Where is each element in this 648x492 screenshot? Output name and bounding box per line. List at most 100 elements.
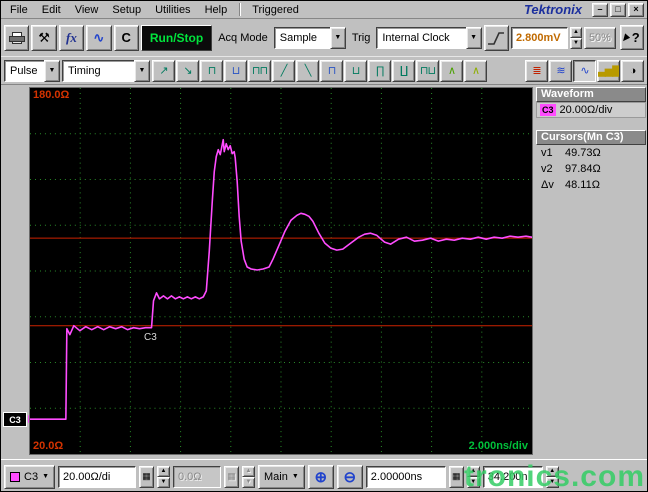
tools-icon: ⚒ [38,29,50,45]
waveform-dialog-button[interactable]: ∿ [86,24,112,51]
waveform-icon: ∿ [93,29,105,45]
measure-button-1[interactable]: ↗ [152,59,175,82]
trigger-level-value: 2.800mV [515,31,561,44]
display-button-4[interactable]: ▃▅▇ [597,59,620,82]
measure-button-8[interactable]: ⊓ [320,59,343,82]
pointer-icon [622,32,631,43]
waveform-scale-value: 20.00Ω/div [559,104,613,116]
math-button[interactable]: fx [58,24,85,51]
cursor-v1-value: 49.73Ω [565,147,601,159]
spin-down-icon[interactable]: ▼ [157,476,170,488]
spin-up-icon[interactable]: ▲ [157,465,170,477]
channel-tag-c3[interactable]: C3 [3,412,27,427]
measure-button-7[interactable]: ╲ [296,59,319,82]
measure-button-4[interactable]: ⊔ [224,59,247,82]
trig-label: Trig [351,31,371,44]
trigger-level-field[interactable]: 2.800mV [510,26,568,49]
chevron-down-icon[interactable]: ▼ [329,26,346,49]
measure-group-select[interactable]: Timing ▼ [62,59,150,82]
acq-mode-select[interactable]: Sample ▼ [273,26,346,49]
close-button[interactable]: × [628,2,644,17]
cursor-readout-row: v2 97.84Ω [536,161,646,177]
channel-badge-c3: C3 [540,104,556,116]
spin-up-icon[interactable]: ▲ [545,465,559,477]
run-stop-button[interactable]: Run/Stop [140,24,213,51]
print-button[interactable] [4,24,30,51]
window-buttons: – □ × [592,2,644,17]
measure-button-5[interactable]: ⊓⊓ [248,59,271,82]
vertical-scale-field[interactable]: 20.00Ω/di [58,465,136,488]
spin-down-icon: ▼ [242,476,255,488]
measure-button-9[interactable]: ⊔ [344,59,367,82]
spin-up-icon[interactable]: ▲ [569,26,583,38]
horizontal-scale-field[interactable]: 2.00000ns [365,465,446,488]
spin-up-icon: ▲ [242,465,255,477]
measure-button-12[interactable]: ⊓⊔ [416,59,439,82]
menu-utilities[interactable]: Utilities [148,3,197,17]
menu-items: File Edit View Setup Utilities Help [3,3,234,17]
keypad-button[interactable]: ▦ [448,465,464,488]
horizontal-delay-field[interactable]: 34.200n [482,465,543,488]
menu-setup[interactable]: Setup [105,3,148,17]
set-50pct-button[interactable]: 50% [584,26,616,49]
display-button-2[interactable]: ≋ [549,59,572,82]
measure-button-10[interactable]: ∏ [368,59,391,82]
spin-down-icon[interactable]: ▼ [466,476,480,488]
menu-bar: File Edit View Setup Utilities Help Triggered… [1,1,647,19]
display-button-1[interactable]: ≣ [525,59,548,82]
chevron-down-icon: ▼ [42,473,49,480]
menu-edit[interactable]: Edit [35,3,68,17]
measure-button-14[interactable]: ∧ [464,59,487,82]
channel-select[interactable]: C3 ▼ [4,464,55,489]
chevron-down-icon[interactable]: ▼ [44,59,60,82]
chevron-down-icon[interactable]: ▼ [465,26,482,49]
bottom-bar: C3 ▼ 20.00Ω/di ▦ ▲ ▼ 0.0Ω ▦ ▲ ▼ Main ▼ ⊕… [1,459,647,491]
graticule[interactable]: 180.0Ω 20.0Ω 2.000ns/div C3 [29,87,533,455]
menu-divider [239,3,242,16]
keypad-button[interactable]: ▦ [139,465,154,488]
zoom-out-button[interactable]: ⊖ [336,464,363,489]
menu-view[interactable]: View [68,3,106,17]
main-area: C3 180.0Ω 20.0Ω 2.000ns/div C3 Waveform … [1,85,647,459]
measure-button-2[interactable]: ↘ [176,59,199,82]
display-button-5[interactable]: ◑ [621,59,644,82]
measure-button-11[interactable]: ∐ [392,59,415,82]
clear-icon: C [121,30,131,45]
display-buttons: ≣ ≋ ∿ ▃▅▇ ◑ [525,59,644,82]
minimize-button[interactable]: – [592,2,608,17]
measure-category-select[interactable]: Pulse ▼ [4,59,60,82]
spin-down-icon[interactable]: ▼ [545,476,559,488]
main-toolbar: ⚒ fx ∿ C Run/Stop Acq Mode Sample ▼ Trig… [1,19,647,57]
spin-down-icon[interactable]: ▼ [569,37,583,49]
cursor-readout-row: v1 49.73Ω [536,145,646,161]
measure-button-13[interactable]: ∧ [440,59,463,82]
measure-button-6[interactable]: ╱ [272,59,295,82]
menu-file[interactable]: File [3,3,35,17]
measurement-toolbar: Pulse ▼ Timing ▼ ↗ ↘ ⊓ ⊔ ⊓⊓ ╱ ╲ ⊓ ⊔ ∏ ∐ ⊓⊔ ∧ ∧ ≣ ≋ ∿ ▃▅▇… [1,57,647,85]
chevron-down-icon[interactable]: ▼ [134,59,150,82]
timebase-select[interactable]: Main ▼ [258,464,305,489]
context-help-button[interactable]: ? [619,25,644,50]
cursor-v1-label: v1 [541,147,553,159]
maximize-button[interactable]: □ [610,2,626,17]
clear-button[interactable]: C [113,24,139,51]
waveform-scale-row: C3 20.00Ω/div [536,102,646,118]
tools-button[interactable]: ⚒ [31,24,57,51]
cursors-block: Cursors(Mn C3) v1 49.73Ω v2 97.84Ω Δv 48… [536,130,646,193]
measure-button-3[interactable]: ⊓ [200,59,223,82]
vertical-bottom-label: 20.0Ω [33,440,64,452]
horizontal-delay-stepper: ▲ ▼ [545,465,559,488]
trigger-status: Triggered [252,3,299,16]
display-button-3[interactable]: ∿ [573,59,596,82]
cursor-v2-label: v2 [541,163,553,175]
vertical-offset-field: 0.0Ω [173,465,221,488]
acq-mode-label: Acq Mode [218,31,268,44]
zoom-in-button[interactable]: ⊕ [307,464,334,489]
zoom-in-icon: ⊕ [314,468,328,486]
menu-help[interactable]: Help [198,3,235,17]
graticule-svg [30,88,532,454]
trig-source-select[interactable]: Internal Clock ▼ [376,26,482,49]
spin-up-icon[interactable]: ▲ [466,465,480,477]
trigger-slope-button[interactable] [483,24,509,51]
measure-buttons: ↗ ↘ ⊓ ⊔ ⊓⊓ ╱ ╲ ⊓ ⊔ ∏ ∐ ⊓⊔ ∧ ∧ [152,59,487,82]
